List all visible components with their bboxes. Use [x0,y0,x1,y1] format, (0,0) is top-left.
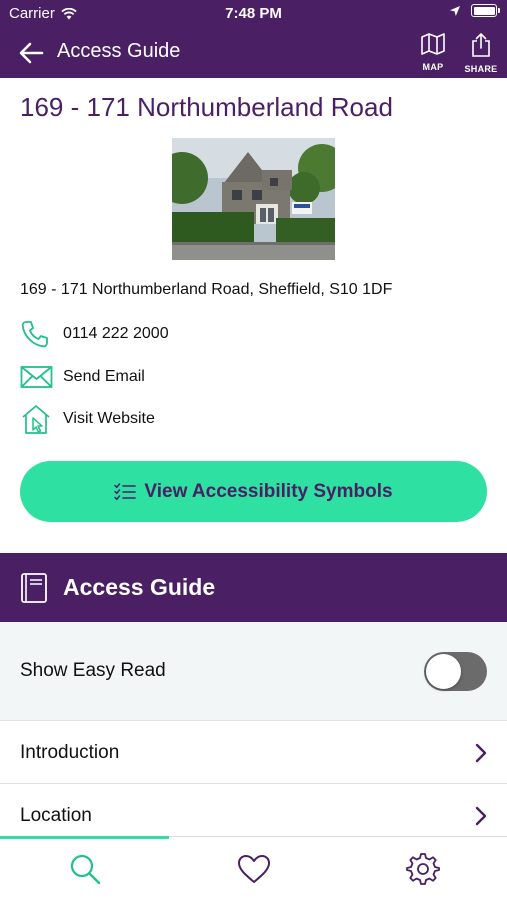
map-icon [421,33,445,55]
status-right [449,4,500,17]
venue-title: 169 - 171 Northumberland Road [20,92,393,122]
checklist-icon [114,482,137,501]
email-link[interactable]: Send Email [20,361,145,393]
search-icon [70,854,100,885]
website-label: Visit Website [63,410,155,427]
envelope-icon [20,361,56,393]
battery-icon [471,4,500,17]
heart-icon [237,855,270,883]
section-title: Access Guide [63,574,216,600]
tab-favourites[interactable] [169,837,338,900]
list-item-label: Introduction [20,742,120,763]
tab-settings[interactable] [338,837,507,900]
phone-icon [20,318,56,350]
tab-search[interactable] [0,837,169,900]
list-item-label: Location [20,805,92,826]
share-button[interactable]: SHARE [461,32,501,74]
share-icon [472,33,490,57]
status-bar: Carrier 7:48 PM [0,0,507,28]
status-time: 7:48 PM [225,5,282,22]
venue-address: 169 - 171 Northumberland Road, Sheffield… [20,281,393,298]
location-arrow-icon [450,5,460,16]
tab-bar [0,836,507,900]
toggle-knob [426,654,461,689]
phone-number: 0114 222 2000 [63,325,169,342]
back-button[interactable] [18,40,46,66]
nav-title: Access Guide [57,40,181,62]
map-button[interactable]: MAP [413,32,453,72]
gear-icon [405,853,440,885]
house-cursor-icon [20,403,56,435]
cta-label: View Accessibility Symbols [144,480,393,502]
easy-read-toggle[interactable] [424,652,487,691]
website-link[interactable]: Visit Website [20,403,155,435]
email-label: Send Email [63,368,145,385]
venue-photo-image [172,138,335,260]
phone-link[interactable]: 0114 222 2000 [20,318,169,350]
venue-photo [172,138,335,260]
chevron-right-icon [475,806,487,826]
easy-read-label: Show Easy Read [20,660,166,681]
view-accessibility-symbols-button[interactable]: View Accessibility Symbols [20,461,487,522]
back-arrow-icon [19,42,44,64]
nav-bar: Access Guide MAP SHARE [0,28,507,78]
chevron-right-icon [475,743,487,763]
list-item-introduction[interactable]: Introduction [0,722,507,784]
book-icon [20,572,48,604]
map-label: MAP [422,62,444,72]
access-guide-section-header: Access Guide [0,553,507,622]
share-label: SHARE [464,64,498,74]
